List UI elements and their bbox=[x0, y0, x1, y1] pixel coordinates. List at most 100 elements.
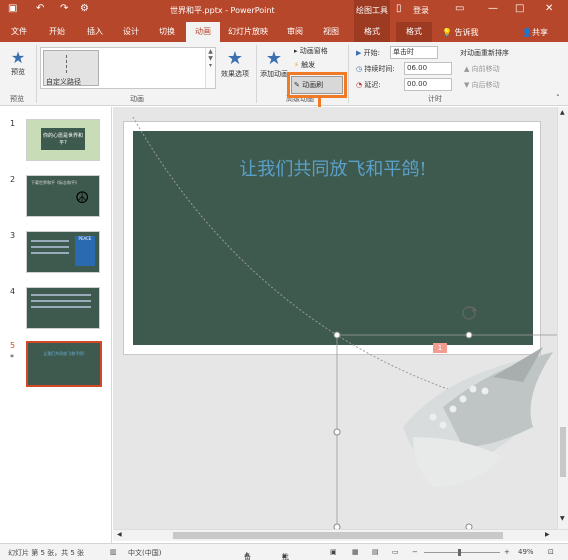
start-label: ▶ 开始: bbox=[356, 49, 380, 57]
animation-custom-path[interactable]: 自定义路径 bbox=[43, 50, 99, 86]
add-animation-button[interactable]: ★ 添加动画 bbox=[258, 48, 290, 79]
animation-order-tag[interactable]: 1 bbox=[433, 343, 447, 353]
scroll-right-icon[interactable]: ▶ bbox=[545, 531, 550, 538]
normal-view-icon[interactable]: ▣ bbox=[330, 548, 337, 556]
share-button[interactable]: 👤共享 bbox=[522, 27, 548, 38]
customize-icon[interactable]: ⚙ bbox=[80, 3, 89, 14]
tab-file[interactable]: 文件 bbox=[4, 22, 34, 42]
tab-format-drawing[interactable]: 格式 bbox=[354, 22, 390, 42]
clock-icon: ◷ bbox=[356, 65, 363, 73]
tab-review[interactable]: 审阅 bbox=[280, 22, 310, 42]
slide-number: 2 bbox=[10, 175, 16, 184]
up-arrow-icon: ▲ bbox=[464, 65, 470, 73]
tab-slideshow[interactable]: 幻灯片放映 bbox=[222, 22, 274, 42]
vertical-scrollbar[interactable]: ▲ ▼ bbox=[557, 107, 568, 529]
tab-transitions[interactable]: 切换 bbox=[152, 22, 182, 42]
delay-clock-icon: ◔ bbox=[356, 81, 363, 89]
zoom-out-icon[interactable]: − bbox=[412, 548, 418, 556]
horizontal-scrollbar[interactable]: ◀ ▶ bbox=[113, 529, 568, 541]
group-label-timing: 计时 bbox=[428, 95, 442, 103]
tell-me-box[interactable]: 💡 告诉我 bbox=[442, 27, 479, 38]
move-earlier-button[interactable]: ▲ 向前移动 bbox=[464, 64, 500, 74]
login-button[interactable]: 登录 bbox=[413, 5, 429, 16]
slide-thumbnail-1[interactable]: 你的心愿是世界和平? bbox=[26, 119, 100, 161]
tab-insert[interactable]: 插入 bbox=[80, 22, 110, 42]
move-later-button[interactable]: ▼ 向后移动 bbox=[464, 80, 500, 90]
duration-label: ◷ 持续时间: bbox=[356, 65, 395, 73]
fit-slide-icon[interactable]: ⊡ bbox=[548, 548, 554, 556]
ribbon-tabs: 文件 开始 插入 设计 切换 动画 幻灯片放映 审阅 视图 格式 格式 💡 告诉… bbox=[0, 22, 568, 42]
play-icon: ▶ bbox=[356, 49, 362, 57]
animation-star-marker: * bbox=[10, 353, 14, 362]
ribbon-animations: ★ 预览 预览 自定义路径 ▲ ▼ ▾ 动画 ★ 效果选项 ★ 添加动画 ▸ 动画窗… bbox=[0, 42, 568, 106]
close-icon[interactable]: ✕ bbox=[545, 3, 553, 14]
star-preview-icon: ★ bbox=[10, 48, 26, 67]
animation-pane-button[interactable]: ▸ 动画窗格 bbox=[294, 46, 328, 56]
slide-number: 4 bbox=[10, 287, 16, 296]
language-status[interactable]: 中文(中国) bbox=[128, 548, 161, 558]
minimize-icon[interactable]: — bbox=[488, 3, 498, 14]
duration-field[interactable]: 06.00 bbox=[404, 62, 452, 75]
peace-symbol-icon: ☮ bbox=[75, 188, 90, 207]
slide-thumbnail-4[interactable] bbox=[26, 287, 100, 329]
resize-handle bbox=[333, 428, 341, 436]
preview-button[interactable]: ★ 预览 bbox=[6, 48, 30, 77]
powerpoint-window: ▣ ↶ ↷ ⚙ 世界和平.pptx - PowerPoint 绘图工具 ▯ 登录… bbox=[0, 0, 568, 560]
collapse-ribbon-icon[interactable]: ˄ bbox=[556, 94, 560, 102]
brush-highlight-box bbox=[287, 72, 347, 98]
tab-animations[interactable]: 动画 bbox=[186, 22, 220, 42]
zoom-slider[interactable] bbox=[424, 552, 500, 553]
scroll-left-icon[interactable]: ◀ bbox=[117, 531, 122, 538]
rotate-handle-icon bbox=[462, 306, 478, 320]
reading-view-icon[interactable]: ▤ bbox=[372, 548, 379, 556]
zoom-in-icon[interactable]: + bbox=[504, 548, 510, 556]
animation-gallery[interactable]: 自定义路径 ▲ ▼ ▾ bbox=[40, 47, 216, 89]
scroll-thumb[interactable] bbox=[173, 532, 503, 539]
save-icon[interactable]: ▣ bbox=[8, 3, 17, 14]
slide-count-status: 幻灯片 第 5 张，共 5 张 bbox=[8, 549, 85, 557]
redo-icon[interactable]: ↷ bbox=[60, 3, 68, 14]
animation-pane-icon: ▸ bbox=[294, 47, 298, 55]
slide-thumbnail-3[interactable]: PEACE bbox=[26, 231, 100, 273]
resize-handle bbox=[333, 331, 341, 339]
delay-field[interactable]: 00.00 bbox=[404, 78, 452, 91]
status-bar: 幻灯片 第 5 张，共 5 张 ▥ 中文(中国) ≜ 备注 ▪ 批注 ▣ ▦ ▤… bbox=[0, 543, 568, 560]
effect-options-button[interactable]: ★ 效果选项 bbox=[218, 48, 252, 79]
ribbon-options-icon[interactable]: ▯ bbox=[396, 3, 402, 14]
scroll-thumb[interactable] bbox=[560, 427, 566, 477]
trigger-button[interactable]: ⚡ 触发 bbox=[294, 60, 315, 70]
maximize-icon[interactable]: □ bbox=[515, 3, 524, 14]
dove-flock-image bbox=[403, 347, 553, 487]
tab-design[interactable]: 设计 bbox=[116, 22, 146, 42]
gallery-scroll[interactable]: ▲ ▼ ▾ bbox=[205, 48, 215, 88]
scroll-up-icon[interactable]: ▲ bbox=[560, 109, 565, 116]
reorder-label: 对动画重新排序 bbox=[460, 49, 509, 57]
group-label-preview: 预览 bbox=[10, 95, 24, 103]
slide-sorter-icon[interactable]: ▦ bbox=[352, 548, 359, 556]
star-add-icon: ★ bbox=[265, 48, 283, 69]
ribbon-display-icon[interactable]: ▭ bbox=[455, 3, 464, 14]
slide-editing-area[interactable]: 让我们共同放飞和平鸽! 1 bbox=[113, 107, 557, 529]
custom-path-icon bbox=[66, 55, 78, 73]
title-bar: ▣ ↶ ↷ ⚙ 世界和平.pptx - PowerPoint 绘图工具 ▯ 登录… bbox=[0, 0, 568, 22]
undo-icon[interactable]: ↶ bbox=[36, 3, 44, 14]
start-select[interactable]: 单击时 bbox=[390, 46, 438, 59]
person-icon: 👤 bbox=[522, 28, 532, 37]
motion-path bbox=[132, 116, 472, 398]
slideshow-icon[interactable]: ▭ bbox=[392, 548, 399, 556]
motion-path-overlay bbox=[132, 116, 557, 529]
tab-home[interactable]: 开始 bbox=[42, 22, 72, 42]
scroll-down-icon[interactable]: ▼ bbox=[560, 515, 565, 522]
star-effect-icon: ★ bbox=[226, 48, 244, 69]
slide-thumbnail-5[interactable]: 让我们共同放飞和平鸽! bbox=[26, 341, 102, 387]
context-tools-label: 绘图工具 bbox=[354, 0, 390, 22]
zoom-level[interactable]: 49% bbox=[518, 548, 534, 556]
tab-format-picture[interactable]: 格式 bbox=[396, 22, 432, 42]
slide-number: 5 bbox=[10, 341, 16, 350]
slide-thumbnail-2[interactable]: 下载世界和平《标志和平》 ☮ bbox=[26, 175, 100, 217]
zoom-slider-thumb[interactable] bbox=[458, 549, 461, 556]
resize-handle bbox=[465, 331, 473, 339]
lightbulb-icon: 💡 bbox=[442, 28, 452, 37]
spellcheck-icon[interactable]: ▥ bbox=[110, 548, 117, 556]
tab-view[interactable]: 视图 bbox=[316, 22, 346, 42]
